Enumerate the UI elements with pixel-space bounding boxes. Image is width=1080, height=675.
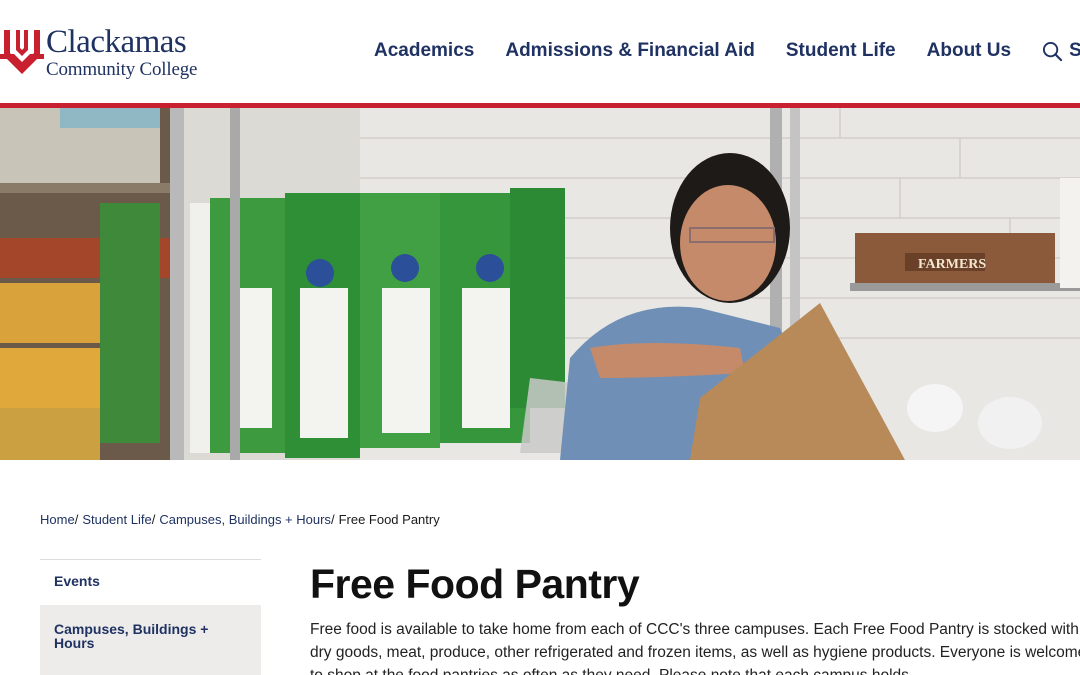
nav-item-academics[interactable]: Academics <box>374 40 474 62</box>
page-title: Free Food Pantry <box>310 561 640 607</box>
search-button[interactable]: Search <box>1042 40 1080 62</box>
nav-item-student-life[interactable]: Student Life <box>786 40 896 62</box>
search-icon <box>1043 41 1063 61</box>
nav-item-about-us[interactable]: About Us <box>927 40 1011 62</box>
hero-illustration: FARMERS <box>0 108 1080 460</box>
breadcrumb-separator: / <box>151 512 156 527</box>
logo-name-line2: Community College <box>46 58 198 80</box>
sidenav-item-events[interactable]: Events <box>40 560 261 602</box>
college-logo[interactable]: Clackamas Community College <box>0 24 197 80</box>
breadcrumb: Home / Student Life / Campuses, Building… <box>40 512 440 527</box>
breadcrumb-current: Free Food Pantry <box>338 512 440 527</box>
breadcrumb-separator: / <box>74 512 79 527</box>
hero-image: FARMERS <box>0 108 1080 460</box>
logo-name-line1: Clackamas <box>46 23 187 60</box>
section-sidenav: Events Campuses, Buildings + Hours <box>40 559 261 675</box>
logo-mark-icon <box>0 30 44 74</box>
breadcrumb-separator: / <box>330 512 335 527</box>
search-label: Search <box>1069 40 1080 61</box>
breadcrumb-campuses[interactable]: Campuses, Buildings + Hours <box>159 512 331 527</box>
intro-paragraph: Free food is available to take home from… <box>310 621 1080 675</box>
breadcrumb-student-life[interactable]: Student Life <box>82 512 151 527</box>
main-nav: Academics Admissions & Financial Aid Stu… <box>374 40 1080 62</box>
nav-item-admissions[interactable]: Admissions & Financial Aid <box>505 40 755 62</box>
breadcrumb-home[interactable]: Home <box>40 512 75 527</box>
sidenav-item-campuses[interactable]: Campuses, Buildings + Hours <box>40 604 261 675</box>
crate-label-text: FARMERS <box>918 257 986 272</box>
logo-wordmark: Clackamas Community College <box>46 23 198 80</box>
site-header: Clackamas Community College Academics Ad… <box>0 0 1080 103</box>
